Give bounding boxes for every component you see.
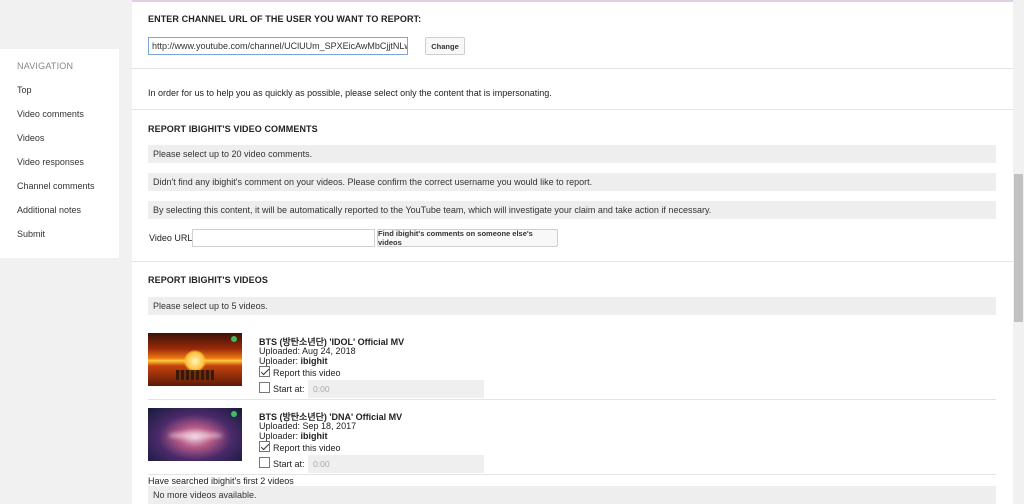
intro-text: In order for us to help you as quickly a… — [148, 88, 552, 98]
no-more-videos-notice: No more videos available. — [148, 486, 996, 504]
navigation-heading: NAVIGATION — [17, 61, 74, 71]
start-at-checkbox[interactable] — [259, 382, 270, 393]
start-at-label: Start at: — [273, 384, 305, 394]
video-thumbnail[interactable] — [148, 408, 242, 461]
thumbnail-figures-graphic — [176, 370, 214, 380]
hd-badge-icon — [231, 336, 237, 342]
video-uploaded-date: Uploaded: Sep 18, 2017 — [259, 421, 357, 431]
video-divider — [148, 474, 996, 475]
channel-url-heading: ENTER CHANNEL URL OF THE USER YOU WANT T… — [148, 14, 422, 24]
thumbnail-sun-graphic — [184, 350, 206, 372]
page-scrollbar-thumb[interactable] — [1014, 174, 1023, 322]
videos-section-heading: REPORT IBIGHIT'S VIDEOS — [148, 275, 268, 285]
nav-item-video-comments[interactable]: Video comments — [17, 109, 84, 119]
comments-section-heading: REPORT IBIGHIT'S VIDEO COMMENTS — [148, 124, 318, 134]
hd-badge-icon — [231, 411, 237, 417]
video-uploader: Uploader: ibighit — [259, 431, 328, 441]
nav-item-additional-notes[interactable]: Additional notes — [17, 205, 81, 215]
uploader-label: Uploader: — [259, 431, 299, 441]
videos-select-notice: Please select up to 5 videos. — [148, 297, 996, 315]
video-url-label: Video URL — [149, 233, 193, 243]
nav-item-channel-comments[interactable]: Channel comments — [17, 181, 95, 191]
nav-item-top[interactable]: Top — [17, 85, 32, 95]
video-divider — [148, 399, 996, 400]
start-at-checkbox[interactable] — [259, 457, 270, 468]
section-divider — [132, 68, 1013, 69]
find-comments-button[interactable]: Find ibighit's comments on someone else'… — [377, 229, 558, 247]
video-uploaded-date: Uploaded: Aug 24, 2018 — [259, 346, 356, 356]
section-divider — [132, 109, 1013, 110]
video-url-input[interactable] — [192, 229, 375, 247]
searched-status-text: Have searched ibighit's first 2 videos — [148, 476, 294, 486]
report-video-label: Report this video — [273, 368, 341, 378]
start-at-input[interactable]: 0:00 — [308, 455, 484, 473]
video-thumbnail[interactable] — [148, 333, 242, 386]
report-video-label: Report this video — [273, 443, 341, 453]
comments-select-notice: Please select up to 20 video comments. — [148, 145, 996, 163]
comments-report-notice: By selecting this content, it will be au… — [148, 201, 996, 219]
report-video-checkbox[interactable] — [259, 366, 270, 377]
uploader-name: ibighit — [300, 431, 328, 441]
top-accent-line — [132, 0, 1013, 2]
nav-item-videos[interactable]: Videos — [17, 133, 44, 143]
report-video-checkbox[interactable] — [259, 441, 270, 452]
start-at-input[interactable]: 0:00 — [308, 380, 484, 398]
change-button[interactable]: Change — [425, 37, 465, 55]
comments-none-found-notice: Didn't find any ibighit's comment on you… — [148, 173, 996, 191]
section-divider — [132, 261, 1013, 262]
nav-item-video-responses[interactable]: Video responses — [17, 157, 84, 167]
start-at-label: Start at: — [273, 459, 305, 469]
nav-item-submit[interactable]: Submit — [17, 229, 45, 239]
channel-url-input[interactable]: http://www.youtube.com/channel/UClUUm_SP… — [148, 37, 408, 55]
report-form-panel: ENTER CHANNEL URL OF THE USER YOU WANT T… — [132, 0, 1013, 504]
navigation-sidebar: NAVIGATION Top Video comments Videos Vid… — [0, 49, 119, 258]
video-uploader: Uploader: ibighit — [259, 356, 328, 366]
uploader-label: Uploader: — [259, 356, 299, 366]
uploader-name: ibighit — [300, 356, 328, 366]
thumbnail-nebula-graphic — [168, 432, 223, 439]
